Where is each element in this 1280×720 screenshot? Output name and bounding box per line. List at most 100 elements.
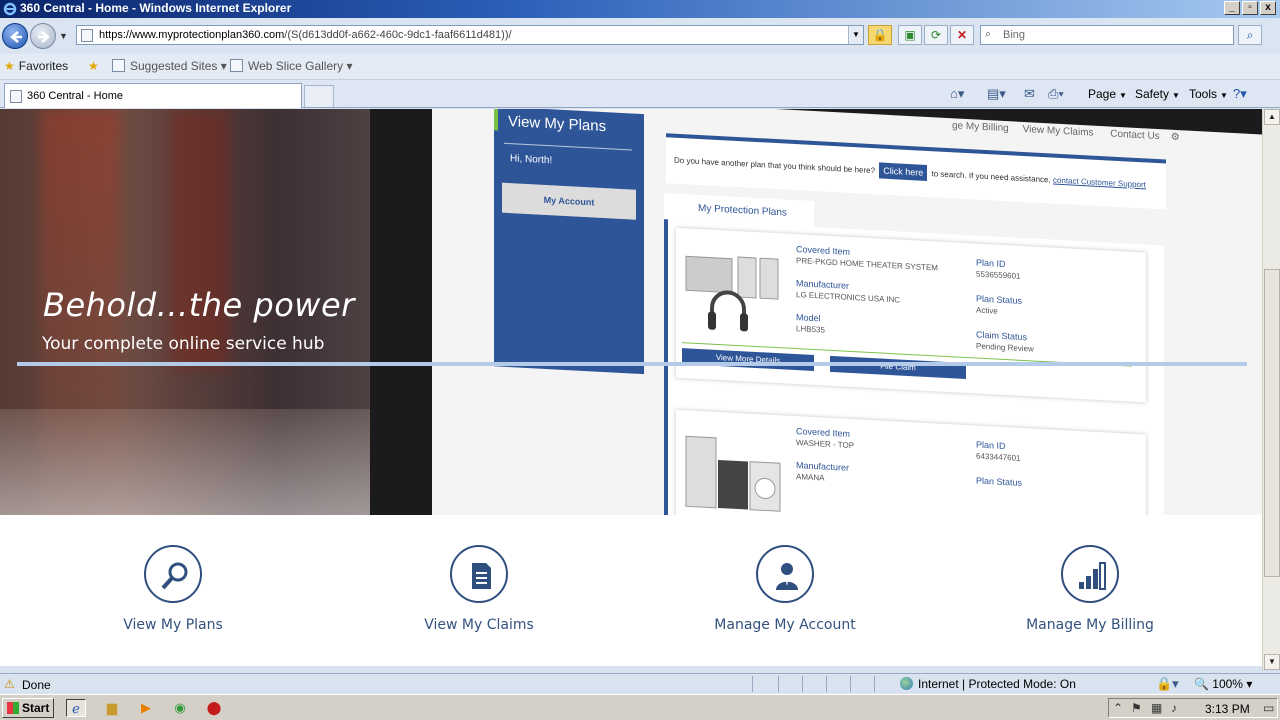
mock-covered-item: Covered Item PRE-PKGD HOME THEATER SYSTEM [796,244,938,273]
stop-icon[interactable]: ✕ [950,25,974,45]
view-my-claims-link[interactable]: View My Claims [379,545,579,633]
security-zone[interactable]: Internet | Protected Mode: On [900,677,1076,691]
windows-flag-icon [7,702,19,714]
feeds-icon[interactable]: ▤▾ [987,86,1006,102]
hero-banner: View My Plans Hi, North! My Account ge M… [0,109,1262,515]
mock-plan-card: Covered Item WASHER - TOP Manufacturer AMA… [676,409,1146,515]
mock-sidebar-accent [494,109,498,131]
washer-icon [685,435,781,512]
window-title: 360 Central - Home - Windows Internet Ex… [20,1,292,15]
new-tab-button[interactable] [304,85,334,107]
status-segment [850,676,874,692]
volume-icon[interactable]: ♪ [1171,701,1177,715]
start-button[interactable]: Start [2,698,54,718]
feature-label: View My Claims [424,617,534,633]
tools-menu[interactable]: Tools ▼ [1189,87,1228,101]
manage-my-billing-link[interactable]: Manage My Billing [990,545,1190,633]
help-icon[interactable]: ?▾ [1233,86,1247,102]
mock-plans-panel: Covered Item PRE-PKGD HOME THEATER SYSTEM… [664,219,1164,515]
back-button[interactable] [2,23,28,49]
page-icon [81,29,93,42]
media-player-icon[interactable]: ▶ [136,699,156,717]
network-icon[interactable]: ▦ [1151,701,1162,715]
hero-background-floor [0,409,380,515]
view-my-plans-link[interactable]: View My Plans [73,545,273,633]
compatibility-view-icon[interactable]: ▣ [898,25,922,45]
show-hidden-icons[interactable]: ⌃ [1113,701,1123,715]
history-dropdown-icon[interactable]: ▼ [59,31,68,41]
flag-icon[interactable]: ⚑ [1131,701,1142,715]
mock-manufacturer: Manufacturer LG ELECTRONICS USA INC [796,278,901,305]
show-desktop-icon[interactable]: ▭ [1263,701,1274,715]
maximize-button[interactable]: ▫ [1242,1,1258,15]
tab-bar: 360 Central - Home ⌂▾ ▤▾ ✉ ⎙▾ Page ▼ Safe… [0,80,1280,108]
manage-my-account-link[interactable]: Manage My Account [685,545,885,633]
suggested-sites-link[interactable]: Suggested Sites ▾ [112,59,227,73]
address-bar[interactable]: https://www.myprotectionplan360.com/(S(d… [76,25,864,45]
home-icon[interactable]: ⌂▾ [950,86,964,102]
scroll-up-icon[interactable]: ▲ [1264,109,1280,125]
hero-subtitle: Your complete online service hub [42,334,325,354]
warning-icon: ⚠ [4,677,15,691]
search-placeholder: Bing [1003,29,1026,41]
mail-icon[interactable]: ✉ [1024,86,1035,102]
mock-manufacturer: Manufacturer AMANA [796,460,850,483]
address-toolbar: ▼ https://www.myprotectionplan360.com/(S… [0,18,1280,54]
tab-360-central-home[interactable]: 360 Central - Home [4,83,302,108]
search-button[interactable]: ⌕ [1238,25,1262,45]
mock-covered-item: Covered Item WASHER - TOP [796,426,855,451]
hero-background-blur [170,109,230,369]
status-bar: ⚠ Done Internet | Protected Mode: On 🔒▾ … [0,673,1280,694]
hero-title: Behold...the power [43,286,355,324]
status-segment [752,676,776,692]
mock-plan-status: Plan Status Active [976,293,1023,316]
status-text: Done [22,678,51,692]
chrome-icon[interactable]: ◉ [170,699,190,717]
protected-mode-lock-icon[interactable]: 🔒▾ [1156,676,1179,692]
mock-sidebar: View My Plans Hi, North! My Account [494,109,644,375]
page-menu[interactable]: Page ▼ [1088,87,1127,101]
window-titlebar: 360 Central - Home - Windows Internet Ex… [0,0,1280,18]
folder-icon[interactable]: ▆ [102,699,122,717]
bing-search-icon: ⌕ [985,28,992,40]
feature-links: View My Plans View My Claims Manage My A… [0,515,1262,666]
mock-view-details-button: View More Details [682,348,814,372]
mock-sidebar-title: View My Plans [508,112,607,136]
print-icon[interactable]: ⎙▾ [1048,86,1064,102]
vertical-scrollbar[interactable]: ▲ ▼ [1262,109,1280,670]
refresh-icon[interactable]: ⟳ [924,25,948,45]
antivirus-icon[interactable]: ⬤ [204,699,224,717]
close-button[interactable]: x [1260,1,1276,15]
address-dropdown-icon[interactable]: ▼ [848,26,863,44]
scroll-down-icon[interactable]: ▼ [1264,654,1280,670]
favorites-button[interactable]: ★ Favorites [4,59,68,73]
home-theater-icon [685,255,779,332]
web-slice-gallery-link[interactable]: Web Slice Gallery ▾ [230,59,353,73]
ie-page-icon [112,59,125,72]
internet-explorer-icon [3,2,17,16]
taskbar-clock[interactable]: 3:13 PM [1205,702,1250,716]
status-segment [802,676,826,692]
back-arrow-icon [10,31,22,43]
person-icon [756,545,814,603]
minimize-button[interactable]: _ [1224,1,1240,15]
mock-plan-card: Covered Item PRE-PKGD HOME THEATER SYSTEM… [676,227,1146,403]
tab-label: 360 Central - Home [27,90,123,102]
mock-file-claim-button: File Claim [830,355,966,379]
add-favorite-icon[interactable]: ★ [88,59,103,73]
safety-menu[interactable]: Safety ▼ [1135,87,1180,101]
feature-label: View My Plans [123,617,223,633]
ie-page-icon [230,59,243,72]
status-segment [874,676,898,692]
security-lock-icon[interactable]: 🔒 [868,25,892,45]
forward-button[interactable] [30,23,56,49]
zoom-level[interactable]: 🔍 100% ▾ [1194,677,1252,691]
address-url[interactable]: https://www.myprotectionplan360.com/(S(d… [99,29,512,41]
bar-chart-icon [1061,545,1119,603]
scrollbar-thumb[interactable] [1264,269,1280,577]
status-segment [778,676,802,692]
forward-arrow-icon [38,31,50,43]
search-input[interactable]: ⌕ Bing [980,25,1234,45]
internet-explorer-taskbar-icon[interactable]: ℯ [66,699,86,717]
document-icon [450,545,508,603]
